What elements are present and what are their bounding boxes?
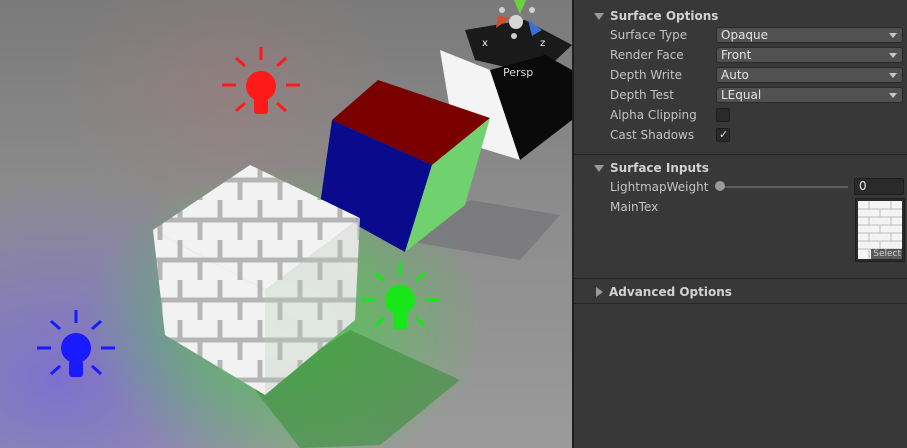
chevron-down-icon bbox=[889, 53, 897, 58]
foldout-collapsed-icon[interactable] bbox=[596, 287, 603, 297]
surface-inputs-title: Surface Inputs bbox=[610, 161, 709, 175]
surface-type-value: Opaque bbox=[721, 28, 769, 42]
chevron-down-icon bbox=[889, 93, 897, 98]
depth-test-label: Depth Test bbox=[610, 88, 674, 102]
depth-write-label: Depth Write bbox=[610, 68, 683, 82]
cast-shadows-label: Cast Shadows bbox=[610, 128, 695, 142]
lightmap-weight-label: LightmapWeight bbox=[610, 180, 709, 194]
material-inspector: Surface Options Surface Type Opaque Rend… bbox=[574, 0, 907, 448]
surface-type-dropdown[interactable]: Opaque bbox=[716, 27, 903, 43]
cast-shadows-checkbox[interactable]: ✓ bbox=[716, 128, 730, 142]
depth-write-value: Auto bbox=[721, 68, 749, 82]
alpha-clipping-label: Alpha Clipping bbox=[610, 108, 697, 122]
render-face-value: Front bbox=[721, 48, 752, 62]
section-separator bbox=[574, 303, 907, 304]
section-separator bbox=[574, 278, 907, 279]
lightmap-weight-field[interactable]: 0 bbox=[854, 178, 904, 195]
alpha-clipping-checkbox[interactable] bbox=[716, 108, 730, 122]
checkmark-icon: ✓ bbox=[719, 128, 729, 141]
projection-label[interactable]: Persp bbox=[503, 66, 533, 79]
surface-inputs-header[interactable]: Surface Inputs bbox=[574, 158, 907, 178]
depth-test-dropdown[interactable]: LEqual bbox=[716, 87, 903, 103]
scene-viewport[interactable]: x z Persp bbox=[0, 0, 572, 448]
depth-write-dropdown[interactable]: Auto bbox=[716, 67, 903, 83]
foldout-expanded-icon[interactable] bbox=[594, 12, 604, 20]
scene-view-canvas[interactable]: x z Persp bbox=[0, 0, 572, 448]
surface-options-header[interactable]: Surface Options bbox=[574, 6, 907, 26]
chevron-down-icon bbox=[889, 73, 897, 78]
render-face-dropdown[interactable]: Front bbox=[716, 47, 903, 63]
lightmap-weight-value: 0 bbox=[859, 179, 867, 193]
lightmap-weight-slider-track[interactable] bbox=[720, 186, 848, 188]
advanced-options-header[interactable]: Advanced Options bbox=[574, 282, 907, 302]
advanced-options-title: Advanced Options bbox=[609, 285, 732, 299]
depth-test-value: LEqual bbox=[721, 88, 762, 102]
surface-type-label: Surface Type bbox=[610, 28, 688, 42]
render-face-label: Render Face bbox=[610, 48, 684, 62]
select-texture-button[interactable]: Select bbox=[871, 249, 903, 260]
main-tex-label: MainTex bbox=[610, 200, 659, 214]
foldout-expanded-icon[interactable] bbox=[594, 164, 604, 172]
gizmo-x-label: x bbox=[482, 38, 488, 49]
gizmo-z-label: z bbox=[540, 38, 545, 49]
chevron-down-icon bbox=[889, 33, 897, 38]
lightmap-weight-slider-thumb[interactable] bbox=[715, 181, 725, 191]
main-tex-slot[interactable]: Select bbox=[855, 198, 905, 262]
section-separator bbox=[574, 154, 907, 155]
surface-options-title: Surface Options bbox=[610, 9, 719, 23]
